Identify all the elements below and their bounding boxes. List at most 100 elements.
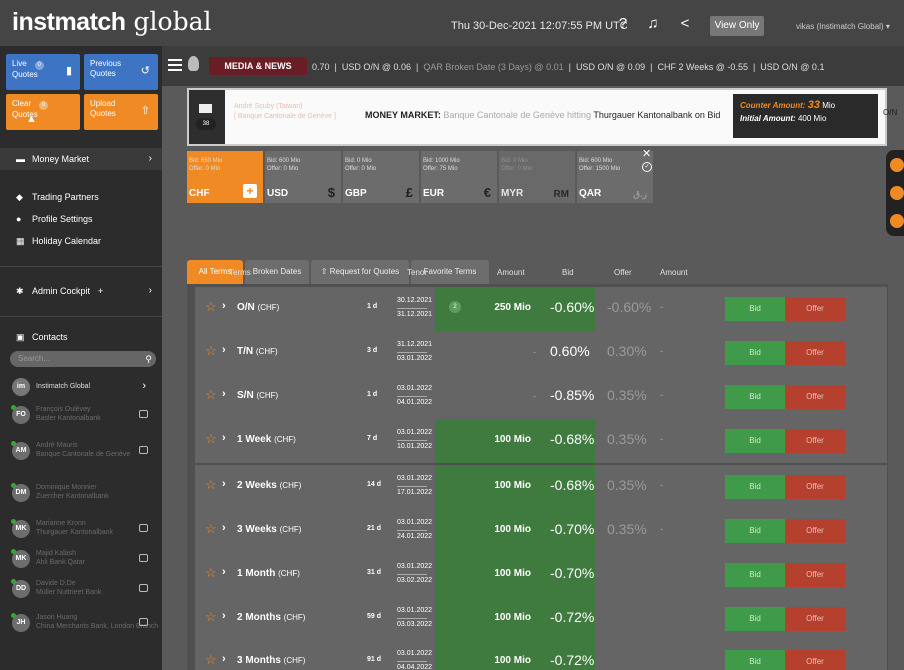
currency-tile-usd[interactable]: Bid: 600 Mio Offer: 0 Mio USD $ [265, 151, 341, 203]
term-label: 1 Month (CHF) [237, 568, 300, 579]
offer-button[interactable]: Offer [785, 429, 845, 453]
currency-tile-eur[interactable]: Bid: 1000 Mio Offer: 75 Mio EUR € [421, 151, 497, 203]
star-icon[interactable]: ☆ [205, 521, 217, 537]
search-icon[interactable] [890, 186, 904, 200]
offer-button[interactable]: Offer [785, 341, 845, 365]
chevron-right-icon[interactable]: › [222, 478, 226, 490]
bid-button[interactable]: Bid [725, 429, 785, 453]
chat-icon[interactable] [139, 410, 148, 418]
clock: Thu 30-Dec-2021 12:07:55 PM UTC [451, 20, 628, 32]
chevron-right-icon[interactable]: › [222, 522, 226, 534]
share-icon[interactable]: < [676, 15, 694, 33]
star-icon[interactable]: ☆ [205, 477, 217, 493]
star-icon[interactable]: ☆ [205, 343, 217, 359]
star-icon[interactable]: ☆ [205, 565, 217, 581]
table-row[interactable]: ☆ › 1 Week (CHF) 7 d 03.01.2022 10.01.2022 100… [195, 419, 887, 463]
contact-item[interactable]: im Instimatch Global › [10, 374, 156, 400]
bid-button[interactable]: Bid [725, 385, 785, 409]
star-icon[interactable]: ☆ [205, 431, 217, 447]
help-icon[interactable]: ? [614, 15, 632, 33]
user-menu[interactable]: vikas (Instimatch Global) ▾ [796, 22, 890, 31]
live-quotes-button[interactable]: Live 0 Quotes ▮ [6, 54, 80, 90]
bell-icon[interactable]: ♫ [644, 15, 662, 33]
media-news-button[interactable]: MEDIA & NEWS [209, 57, 307, 75]
table-row[interactable]: ☆ › S/N (CHF) 1 d 03.01.2022 04.01.2022- -0.85… [195, 375, 887, 419]
table-row[interactable]: ☆ › 3 Weeks (CHF) 21 d 03.01.2022 24.01.2022 1… [195, 509, 887, 553]
chat-icon[interactable] [139, 524, 148, 532]
user-icon[interactable] [890, 158, 904, 172]
chevron-right-icon: › [142, 380, 146, 392]
sidebar-item-money-market[interactable]: ▬ Money Market › [0, 148, 162, 170]
bid-button[interactable]: Bid [725, 563, 785, 587]
bid-button[interactable]: Bid [725, 475, 785, 499]
lightbulb-icon[interactable] [188, 56, 199, 71]
table-row[interactable]: ☆ › 1 Month (CHF) 31 d 03.01.2022 03.02.2022 1… [195, 553, 887, 597]
chevron-right-icon[interactable]: › [222, 653, 226, 665]
chevron-right-icon[interactable]: › [222, 566, 226, 578]
chevron-right-icon[interactable]: › [222, 388, 226, 400]
offer-button[interactable]: Offer [785, 385, 845, 409]
upload-quotes-button[interactable]: Upload Quotes ⇧ [84, 94, 158, 130]
star-icon[interactable]: ☆ [205, 387, 217, 403]
avatar: JH [11, 613, 30, 632]
sidebar-item-holiday-calendar[interactable]: ▦ Holiday Calendar [0, 230, 162, 252]
bid-button[interactable]: Bid [725, 650, 785, 670]
currency-tile-myr[interactable]: Bid: 0 Mio Offer: 0 Mio MYR RM [499, 151, 575, 203]
check-icon[interactable]: ✓ [642, 162, 652, 172]
chevron-right-icon[interactable]: › [222, 344, 226, 356]
news-card[interactable]: 38 André Scuby (Taiwan)[ Banque Cantonal… [187, 88, 897, 146]
sidebar-item-profile-settings[interactable]: ● Profile Settings [0, 208, 162, 230]
table-row[interactable]: ☆ › 2 Weeks (CHF) 14 d 03.01.2022 17.01.2022 1… [195, 465, 887, 509]
previous-quotes-button[interactable]: Previous Quotes ↺ [84, 54, 158, 90]
search-icon: ⚲ [145, 354, 152, 364]
chat-icon[interactable] [139, 584, 148, 592]
chat-icon[interactable] [139, 446, 148, 454]
sidebar-item-trading-partners[interactable]: ◆ Trading Partners [0, 186, 162, 208]
contact-item[interactable]: AM André Mauris Banque Cantonale de Genèv… [10, 438, 156, 464]
table-row[interactable]: ☆ › 3 Months (CHF) 91 d 03.01.2022 04.04.2022… [195, 640, 887, 670]
star-icon[interactable]: ☆ [205, 299, 217, 315]
contact-item[interactable]: MK Marianne Kronn Thurgauer Kantonalbank [10, 516, 156, 542]
table-row[interactable]: ☆ › O/N (CHF) 1 d 30.12.2021 31.12.2021 2 250 M… [195, 287, 887, 331]
sidebar-item-admin-cockpit[interactable]: ✱ Admin Cockpit + › [0, 280, 162, 302]
tab-broken-dates[interactable]: Broken Dates [245, 260, 309, 284]
end-date: 03.02.2022 [397, 577, 433, 584]
chevron-right-icon[interactable]: › [222, 610, 226, 622]
offer-button[interactable]: Offer [785, 519, 845, 543]
offer-button[interactable]: Offer [785, 650, 845, 670]
clear-quotes-button[interactable]: Clear 0 Quotes ▲ [6, 94, 80, 130]
bid-rate: -0.70% [550, 521, 595, 537]
offer-button[interactable]: Offer [785, 475, 845, 499]
tab-request-for-quotes[interactable]: ⇧ Request for Quotes [311, 260, 409, 284]
view-only-button[interactable]: View Only [710, 16, 764, 36]
chevron-right-icon[interactable]: › [222, 432, 226, 444]
table-row[interactable]: ☆ › T/N (CHF) 3 d 31.12.2021 03.01.2022-0.60%… [195, 331, 887, 375]
currency-tile-chf[interactable]: Bid: 650 Mio Offer: 0 Mio CHF + [187, 151, 263, 203]
bid-button[interactable]: Bid [725, 519, 785, 543]
currency-tile-gbp[interactable]: Bid: 0 Mio Offer: 0 Mio GBP £ [343, 151, 419, 203]
chat-icon[interactable] [139, 618, 148, 626]
contact-item[interactable]: MK Majid Kalash Ahli Bank Qatar [10, 546, 156, 572]
menu-icon[interactable] [168, 59, 182, 71]
star-icon[interactable]: ☆ [205, 609, 217, 625]
close-icon[interactable]: ✕ [642, 147, 651, 160]
sidebar-item-contacts[interactable]: ▣ Contacts [0, 326, 162, 348]
contacts-search-input[interactable]: Search... ⚲ [10, 351, 156, 367]
offer-button[interactable]: Offer [785, 607, 845, 631]
chevron-right-icon[interactable]: › [222, 300, 226, 312]
contact-item[interactable]: JH Jason Huang China Merchants Bank, Lond… [10, 610, 158, 636]
bid-button[interactable]: Bid [725, 341, 785, 365]
bid-button[interactable]: Bid [725, 607, 785, 631]
table-row[interactable]: ☆ › 2 Months (CHF) 59 d 03.01.2022 03.03.2022… [195, 597, 887, 641]
contact-item[interactable]: FO François Oulévey Basler Kantonalbank [10, 402, 156, 428]
tenor-days: 14 d [367, 481, 382, 488]
chat-icon[interactable] [139, 554, 148, 562]
bid-rate: -0.68% [550, 431, 595, 447]
offer-button[interactable]: Offer [785, 297, 845, 321]
offer-button[interactable]: Offer [785, 563, 845, 587]
bid-button[interactable]: Bid [725, 297, 785, 321]
contact-item[interactable]: DD Davide D.De Müller Nuttrieet Bank [10, 576, 156, 602]
contact-item[interactable]: DM Dominique Monnier Zuercher Kantonalban… [10, 480, 156, 506]
star-icon[interactable]: ☆ [205, 652, 217, 668]
edit-icon[interactable] [890, 214, 904, 228]
